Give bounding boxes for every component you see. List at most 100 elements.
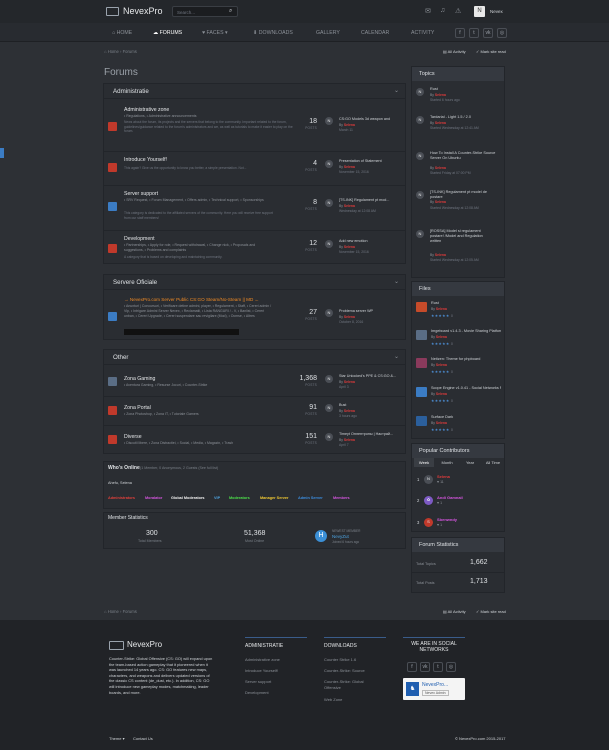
vk-icon[interactable]: vk <box>483 28 493 38</box>
contributor-name[interactable]: Sbenwndy <box>437 517 457 522</box>
last-post-title[interactable]: Presentation of Statement <box>339 159 382 163</box>
last-post-title[interactable]: Timeyt Онлентроны | Настрай... <box>339 432 393 436</box>
category-header[interactable]: Administratie ⌄ <box>104 84 405 99</box>
badge-sub[interactable]: Nevex Admin <box>422 690 449 696</box>
user-name[interactable]: Nevex <box>490 9 503 14</box>
nav-calendar[interactable]: CALENDAR <box>361 30 389 36</box>
last-post-author-name[interactable]: Selena <box>344 315 355 319</box>
forum-subforums[interactable]: • SRV Request, • Forum Management, • Off… <box>124 198 274 203</box>
tab-week[interactable]: Week <box>414 458 434 467</box>
last-post-author-name[interactable]: Selena <box>344 165 355 169</box>
mark-read-link[interactable]: ✓ Mark site read <box>476 609 506 614</box>
file-author-name[interactable]: Selena <box>436 335 447 339</box>
forum-subforums[interactable]: • Aventura Gaming, • Resurse Jocuri, • C… <box>124 383 274 388</box>
instagram-icon[interactable]: ◎ <box>497 28 507 38</box>
logo-text[interactable]: NevexPro <box>123 6 163 16</box>
avatar[interactable]: N <box>416 116 424 124</box>
topic-author-name[interactable]: Selena <box>435 121 446 125</box>
forum-title[interactable]: Zona Portal <box>124 405 151 411</box>
warning-icon[interactable]: ⚠ <box>455 7 461 15</box>
facebook-icon[interactable]: f <box>407 662 417 672</box>
envelope-icon[interactable]: ✉ <box>425 7 431 15</box>
footer-link[interactable]: Counter-Strike: Source <box>324 668 365 673</box>
breadcrumb-home[interactable]: Home <box>108 49 119 54</box>
file-title[interactable]: Netizen: Theme for phpboard <box>431 357 501 362</box>
newest-member-avatar[interactable]: H <box>315 530 327 542</box>
file-thumbnail[interactable] <box>416 416 427 426</box>
nav-gallery[interactable]: GALLERY <box>316 30 340 36</box>
footer-logo-icon[interactable] <box>109 641 124 650</box>
contributor-name[interactable]: Selena <box>437 474 450 479</box>
twitter-icon[interactable]: t <box>469 28 479 38</box>
footer-link[interactable]: Introduce Yourself! <box>245 668 278 673</box>
last-post-author-name[interactable]: Selena <box>344 123 355 127</box>
footer-link[interactable]: Counter Strike 1.6 <box>324 657 356 662</box>
forum-title[interactable]: Server support <box>124 191 158 197</box>
last-post-author-name[interactable]: Selena <box>344 438 355 442</box>
vk-icon[interactable]: vk <box>420 662 430 672</box>
forum-subforums[interactable]: • Anunturi | Concursuri, • Verificare de… <box>124 304 274 319</box>
footer-logo-text[interactable]: NevexPro <box>127 640 162 649</box>
file-author-name[interactable]: Selena <box>436 363 447 367</box>
footer-link[interactable]: Web Zone <box>324 697 342 702</box>
file-author-name[interactable]: Selena <box>436 421 447 425</box>
chevron-down-icon[interactable]: ⌄ <box>394 278 399 285</box>
mark-read-link[interactable]: ✓ Mark site read <box>476 49 506 54</box>
topic-author-name[interactable]: Selena <box>435 166 446 170</box>
all-activity-link[interactable]: ▤ All Activity <box>443 609 466 614</box>
server-status-banner[interactable] <box>124 329 239 335</box>
avatar[interactable]: S <box>424 518 433 527</box>
avatar[interactable]: N <box>325 160 333 168</box>
whos-online-summary[interactable]: (1 Member, 0 Anonymous, 2 Guests (See fu… <box>140 466 218 470</box>
forum-subforums[interactable]: • Regulations, • Administrative announce… <box>124 114 294 119</box>
forum-subforums[interactable]: • Partnerships, • Apply for role, • Requ… <box>124 243 274 253</box>
tab-month[interactable]: Month <box>436 458 458 467</box>
forum-title[interactable]: Introduce Yourself! <box>124 157 167 163</box>
last-post-title[interactable]: Add new emotion <box>339 239 368 243</box>
facebook-icon[interactable]: f <box>455 28 465 38</box>
last-post-author-name[interactable]: Selena <box>344 409 355 413</box>
file-title[interactable]: Rust <box>431 301 501 306</box>
file-thumbnail[interactable] <box>416 358 427 368</box>
online-users[interactable]: Ahefu, Selena <box>108 481 132 485</box>
bell-icon[interactable]: ♫ <box>440 7 445 14</box>
footer-link[interactable]: Development <box>245 690 269 695</box>
twitter-icon[interactable]: t <box>433 662 443 672</box>
forum-title[interactable]: Zona Gaming <box>124 376 155 382</box>
avatar[interactable]: N <box>424 475 433 484</box>
nav-faces[interactable]: ♥ FACES ▾ <box>202 30 228 36</box>
file-title[interactable]: Surface Dark <box>431 415 501 420</box>
avatar[interactable]: N <box>416 230 424 238</box>
breadcrumb-home[interactable]: Home <box>108 609 119 614</box>
forum-title[interactable]: → NevexPro.com Server Public CS:GO Steam… <box>124 297 259 302</box>
avatar[interactable]: N <box>325 309 333 317</box>
topic-author-name[interactable]: Selena <box>435 93 446 97</box>
footer-link[interactable]: Server support <box>245 679 271 684</box>
forum-subforums[interactable]: • Discutii libere, • Zona Distractiei, •… <box>124 441 284 446</box>
topic-author-name[interactable]: Selena <box>435 253 446 257</box>
forum-title[interactable]: Diverse <box>124 434 142 440</box>
avatar[interactable]: N <box>416 152 424 160</box>
theme-selector[interactable]: Theme ▾ <box>109 736 125 741</box>
nav-home[interactable]: ⌂ HOME <box>112 30 132 36</box>
badge-name[interactable]: NevexPro... <box>422 682 448 688</box>
logo-icon[interactable] <box>106 7 119 16</box>
file-author-name[interactable]: Selena <box>436 392 447 396</box>
avatar[interactable]: N <box>416 191 424 199</box>
avatar[interactable]: N <box>325 117 333 125</box>
topic-title[interactable]: [ROSSA] Model si regulament postare! /Mo… <box>430 229 492 243</box>
search-icon[interactable]: ⌕ <box>229 8 232 15</box>
side-feedback-tab[interactable] <box>0 148 4 158</box>
last-post-author-name[interactable]: Selena <box>344 245 355 249</box>
nav-downloads[interactable]: ⬇ DOWNLOADS <box>253 30 293 36</box>
chevron-down-icon[interactable]: ⌄ <box>394 87 399 94</box>
last-post-title[interactable]: Bust <box>339 403 346 407</box>
category-header[interactable]: Other ⌄ <box>104 350 405 365</box>
topic-author-name[interactable]: Selena <box>435 200 446 204</box>
forum-title[interactable]: Development <box>124 236 155 242</box>
footer-link[interactable]: Administrative zone <box>245 657 280 662</box>
avatar[interactable]: N <box>325 375 333 383</box>
nav-forums[interactable]: ☁ FORUMS <box>153 30 182 36</box>
file-thumbnail[interactable] <box>416 330 427 340</box>
avatar[interactable]: N <box>416 88 424 96</box>
